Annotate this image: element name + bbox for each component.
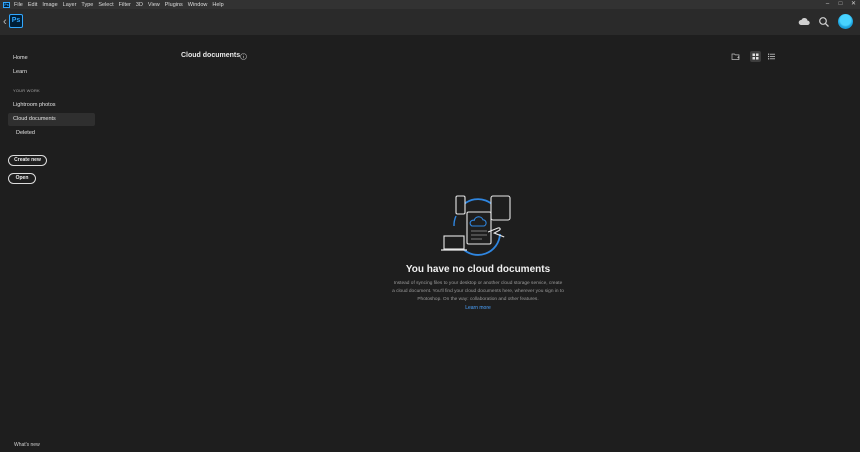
sidebar (0, 35, 100, 452)
menu-type[interactable]: Type (81, 2, 93, 8)
menu-view[interactable]: View (148, 2, 160, 8)
create-new-button[interactable]: Create new (8, 155, 47, 166)
minimize-button[interactable]: – (821, 0, 834, 9)
section-label-your-work: YOUR WORK (13, 88, 40, 93)
page-title: Cloud documents (181, 52, 241, 59)
menu-file[interactable]: File (14, 2, 23, 8)
maximize-button[interactable]: □ (834, 0, 847, 9)
list-view-icon[interactable] (766, 51, 777, 62)
empty-state-description: Instead of syncing files to your desktop… (392, 281, 564, 302)
sidebar-item-home[interactable]: Home (13, 55, 28, 61)
menu-window[interactable]: Window (188, 2, 208, 8)
sidebar-item-deleted[interactable]: Deleted (16, 130, 35, 136)
menu-plugins[interactable]: Plugins (165, 2, 183, 8)
cloud-sync-icon[interactable] (798, 16, 810, 28)
search-icon[interactable] (818, 16, 830, 28)
window-controls: – □ ✕ (821, 0, 860, 9)
cloud-documents-illustration (441, 195, 511, 256)
menu-select[interactable]: Select (98, 2, 113, 8)
empty-state-title: You have no cloud documents (405, 264, 551, 275)
avatar[interactable] (838, 14, 853, 29)
open-button[interactable]: Open (8, 173, 36, 184)
whats-new-link[interactable]: What's new (14, 442, 40, 448)
menu-filter[interactable]: Filter (119, 2, 131, 8)
menu-image[interactable]: Image (42, 2, 57, 8)
sidebar-item-cloud-documents[interactable]: Cloud documents (13, 116, 56, 122)
add-folder-icon[interactable] (730, 51, 741, 62)
grid-view-icon[interactable] (750, 51, 761, 62)
sidebar-item-learn[interactable]: Learn (13, 69, 27, 75)
menu-edit[interactable]: Edit (28, 2, 37, 8)
menu-bar: Ps File Edit Image Layer Type Select Fil… (0, 0, 860, 9)
menu-3d[interactable]: 3D (136, 2, 143, 8)
menu-help[interactable]: Help (212, 2, 223, 8)
app-header: ‹ Ps (0, 9, 860, 35)
photoshop-app-icon: Ps (3, 1, 10, 8)
info-icon[interactable] (240, 53, 247, 60)
close-button[interactable]: ✕ (847, 0, 860, 9)
menu-layer[interactable]: Layer (63, 2, 77, 8)
learn-more-link[interactable]: Learn more (440, 305, 516, 311)
sidebar-item-lightroom-photos[interactable]: Lightroom photos (13, 102, 56, 108)
photoshop-logo: Ps (9, 14, 23, 28)
